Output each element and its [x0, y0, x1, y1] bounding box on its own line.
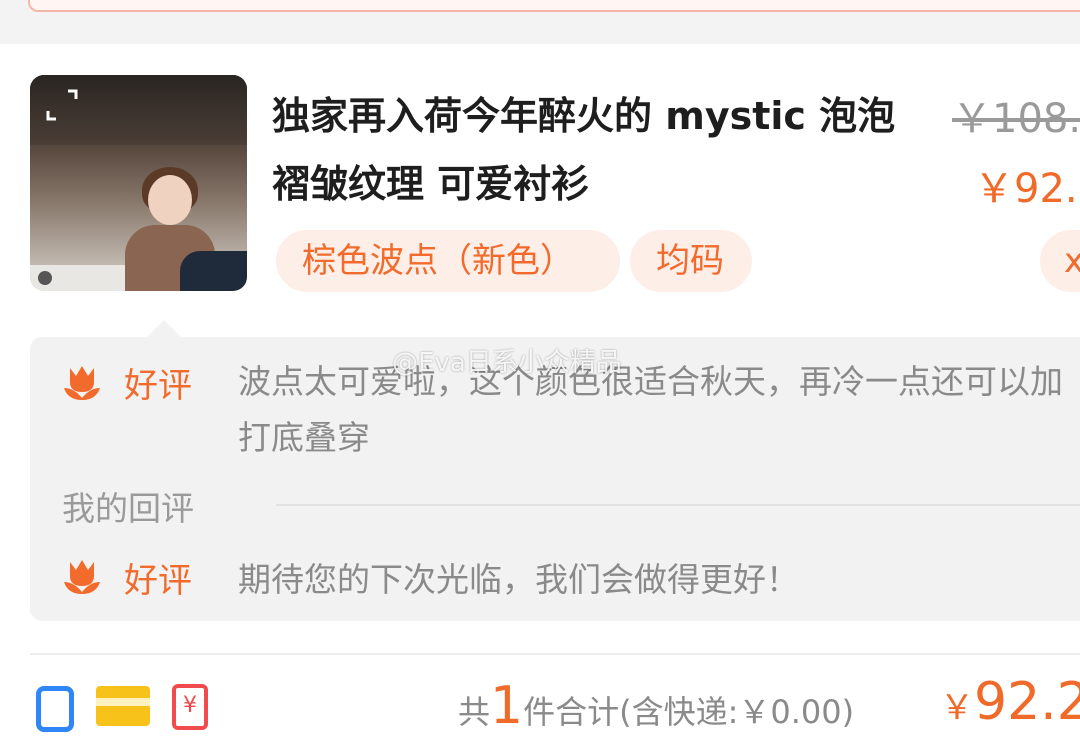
thumbnail-badge-icon — [38, 271, 52, 285]
variant-color-tag: 棕色波点（新色） — [276, 230, 620, 292]
total-value: 92.2 — [974, 672, 1080, 732]
review-pointer — [146, 320, 182, 338]
original-price: ￥108.0 — [952, 96, 1080, 142]
tulip-flower-icon — [64, 560, 100, 594]
footer-divider — [30, 653, 1080, 655]
seller-rating-label: 好评 — [124, 561, 192, 601]
total-currency: ￥ — [940, 688, 974, 728]
tulip-flower-icon — [64, 366, 100, 400]
summary-prefix: 共 — [458, 693, 491, 731]
variant-size-tag: 均码 — [630, 230, 752, 292]
summary-suffix: 件合计(含快递:￥0.00) — [523, 693, 855, 731]
top-input-field[interactable] — [28, 0, 1080, 12]
bank-card-icon[interactable] — [96, 686, 150, 726]
expand-icon[interactable] — [44, 87, 80, 123]
product-thumbnail[interactable] — [30, 75, 247, 291]
thumbnail-model-skirt — [180, 251, 247, 291]
top-area — [0, 0, 1080, 44]
current-price: ￥92.2 — [974, 166, 1080, 212]
item-count: 1 — [490, 676, 524, 736]
seller-reply-text: 期待您的下次光临，我们会做得更好！ — [238, 560, 799, 599]
order-summary: 共1件合计(含快递:￥0.00) — [458, 676, 854, 736]
receipt-icon[interactable]: ¥ — [172, 684, 208, 730]
buyer-review-text: 波点太可爱啦，这个颜色很适合秋天，再冷一点还可以加打底叠穿 — [238, 362, 1063, 457]
phone-icon[interactable] — [36, 686, 74, 732]
watermark: @Eva日系小众精品 — [392, 348, 622, 378]
reply-divider — [276, 504, 1080, 506]
order-total: ￥92.2 — [940, 672, 1080, 732]
my-reply-label: 我的回评 — [62, 489, 194, 528]
thumbnail-model-head — [148, 175, 192, 225]
buyer-rating-label: 好评 — [124, 366, 192, 406]
product-title[interactable]: 独家再入荷今年醉火的 mystic 泡泡褶皱纹理 可爱衬衫 — [272, 82, 922, 218]
